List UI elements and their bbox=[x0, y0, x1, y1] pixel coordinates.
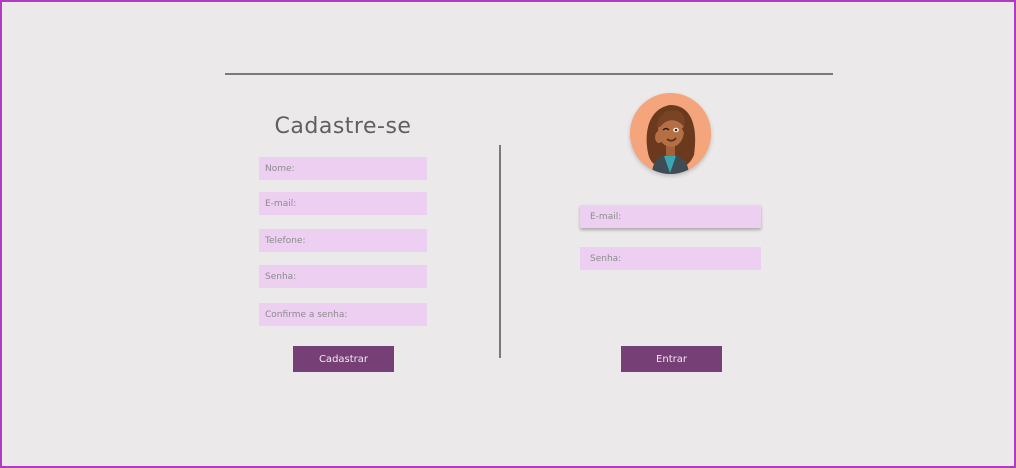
register-confirm-password-input[interactable] bbox=[259, 303, 427, 326]
login-email-input[interactable] bbox=[580, 205, 761, 228]
login-submit-button[interactable]: Entrar bbox=[621, 346, 722, 372]
login-password-input[interactable] bbox=[580, 247, 761, 270]
woman-avatar-icon bbox=[630, 93, 711, 174]
register-submit-button[interactable]: Cadastrar bbox=[293, 346, 394, 372]
vertical-divider-line bbox=[499, 145, 501, 358]
register-password-input[interactable] bbox=[259, 265, 427, 288]
top-divider-line bbox=[225, 73, 833, 75]
register-title: Cadastre-se bbox=[274, 114, 412, 139]
register-name-input[interactable] bbox=[259, 157, 427, 180]
register-email-input[interactable] bbox=[259, 192, 427, 215]
page-frame: Cadastre-se Cadastrar bbox=[0, 0, 1016, 468]
register-phone-input[interactable] bbox=[259, 229, 427, 252]
